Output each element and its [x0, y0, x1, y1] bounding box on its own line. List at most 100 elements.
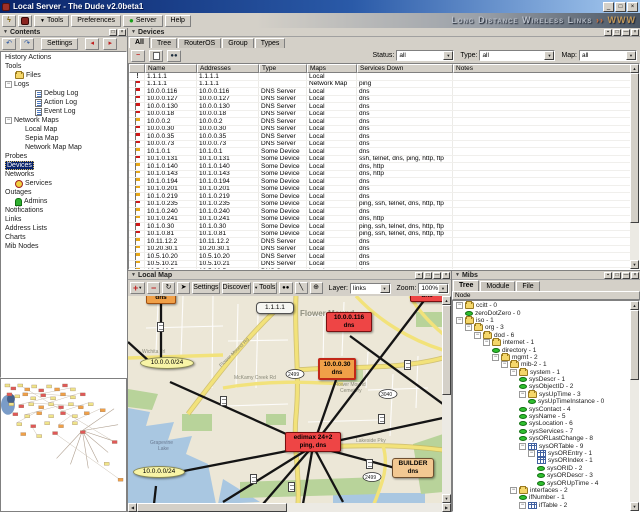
export-button[interactable]: ◂ — [85, 38, 99, 50]
mibs-scrollbar[interactable]: ▲ ▼ — [630, 301, 639, 511]
mibs-tab-tree[interactable]: Tree — [453, 280, 479, 291]
table-row[interactable]: 10.0.0.1810.0.0.18DNS ServerLocaldns — [129, 111, 630, 119]
sidebar-item-services[interactable]: Services — [1, 179, 126, 188]
mib-node-sysobjectid-2[interactable]: sysObjectID - 2 — [453, 383, 630, 390]
status-filter-select[interactable]: all▼ — [396, 50, 454, 61]
sidebar-item-debug-log[interactable]: Debug Log — [1, 89, 126, 98]
mibs-tab-file[interactable]: File — [516, 281, 539, 291]
map-node-dns[interactable]: dns — [146, 296, 176, 304]
map-node-dns[interactable]: dns — [410, 296, 442, 302]
map-node-10-0-0-0-24[interactable]: 10.0.0.0/24 — [133, 466, 185, 478]
zoom-select[interactable]: 100%▼ — [418, 283, 449, 294]
mibs-tab-module[interactable]: Module — [480, 281, 515, 291]
link-rate-label[interactable] — [288, 482, 295, 492]
column-header-maps[interactable]: Maps — [307, 64, 357, 73]
dude-button[interactable] — [18, 15, 32, 27]
help-button[interactable]: Help — [165, 15, 191, 27]
sidebar-item-event-log[interactable]: Event Log — [1, 107, 126, 116]
table-row[interactable]: 10.1.0.14010.1.0.140Some DeviceLocaldns,… — [129, 163, 630, 171]
panel-close-button[interactable]: × — [631, 272, 639, 279]
mib-node-sysuptime-3[interactable]: −sysUpTime - 3 — [453, 391, 630, 398]
panel-minimize-button[interactable]: — — [622, 29, 630, 36]
panel-detach-button[interactable]: □ — [613, 29, 621, 36]
link-tool-button[interactable]: ╲ — [295, 282, 308, 294]
remove-button[interactable]: − — [131, 50, 145, 62]
table-row[interactable]: 10.1.0.8110.1.0.81Some DeviceLocalping, … — [129, 231, 630, 239]
table-row[interactable]: !1.1.1.11.1.1.1Local — [129, 73, 630, 81]
scroll-up-icon[interactable]: ▲ — [442, 296, 451, 305]
link-rate-label[interactable] — [157, 322, 164, 332]
copy-button[interactable] — [149, 50, 163, 62]
mib-node-internet-1[interactable]: −internet - 1 — [453, 339, 630, 346]
table-row[interactable]: 10.5.10.2010.5.10.20DNS ServerLocaldns — [129, 253, 630, 261]
table-row[interactable]: 10.0.0.210.0.0.2DNS ServerLocaldns — [129, 118, 630, 126]
mib-node-sysoruptime-4[interactable]: sysORUpTime - 4 — [453, 479, 630, 486]
sidebar-item-mib-nodes[interactable]: Mib Nodes — [1, 242, 126, 251]
scroll-right-icon[interactable]: ▶ — [442, 503, 451, 512]
mib-node-sysorindex-1[interactable]: sysORIndex - 1 — [453, 457, 630, 464]
sidebar-item-probes[interactable]: Probes — [1, 152, 126, 161]
panel-detach-button[interactable]: □ — [109, 29, 117, 36]
mib-node-dod-6[interactable]: −dod - 6 — [453, 332, 630, 339]
table-row[interactable]: 10.0.0.7310.0.0.73DNS ServerLocaldns — [129, 141, 630, 149]
sidebar-item-networks[interactable]: Networks — [1, 170, 126, 179]
sidebar-item-network-maps[interactable]: −Network Maps — [1, 116, 126, 125]
column-header-addresses[interactable]: Addresses — [197, 64, 259, 73]
link-rate-label[interactable] — [366, 459, 373, 469]
type-filter-select[interactable]: all▼ — [479, 50, 555, 61]
sidebar-item-address-lists[interactable]: Address Lists — [1, 224, 126, 233]
table-row[interactable]: 10.0.0.3010.0.0.30DNS ServerLocaldns — [129, 126, 630, 134]
mib-node-syscontact-4[interactable]: sysContact - 4 — [453, 405, 630, 412]
sidebar-item-outages[interactable]: Outages — [1, 188, 126, 197]
find-button[interactable]: ●● — [167, 50, 181, 62]
undo-button[interactable]: ↶ — [2, 38, 16, 50]
tab-group[interactable]: Group — [222, 38, 253, 48]
tree-expander-icon[interactable]: − — [519, 502, 526, 509]
mib-node-sysorentry-1[interactable]: −sysOREntry - 1 — [453, 450, 630, 457]
sidebar-item-devices[interactable]: Devices — [1, 161, 126, 170]
refresh-button[interactable]: ↻ — [162, 282, 175, 294]
tree-expander-icon[interactable]: − — [492, 354, 499, 361]
mib-node-system-1[interactable]: −system - 1 — [453, 369, 630, 376]
sidebar-item-links[interactable]: Links — [1, 215, 126, 224]
node-column-header[interactable]: Node — [452, 291, 640, 300]
sidebar-item-action-log[interactable]: Action Log — [1, 98, 126, 107]
tree-expander-icon[interactable]: − — [510, 369, 517, 376]
tree-expander-icon[interactable]: − — [5, 117, 12, 124]
mib-node-zerodotzero-0[interactable]: zeroDotZero - 0 — [453, 309, 630, 316]
mib-node-syslocation-6[interactable]: sysLocation - 6 — [453, 420, 630, 427]
tree-expander-icon[interactable]: − — [501, 361, 508, 368]
map-node-1-1-1-1[interactable]: 1.1.1.1 — [256, 302, 294, 314]
connect-button[interactable]: ϟ — [2, 15, 16, 27]
table-row[interactable]: 1.1.1.11.1.1.1Network Mapping — [129, 81, 630, 89]
mib-node-sysservices-7[interactable]: sysServices - 7 — [453, 428, 630, 435]
map-find-button[interactable]: ●● — [279, 282, 293, 294]
panel-menu-icon[interactable]: ▼ — [131, 272, 136, 278]
sidebar-item-tools[interactable]: Tools — [1, 62, 126, 71]
minimize-button[interactable]: _ — [603, 2, 614, 12]
sidebar-item-admins[interactable]: Admins — [1, 197, 126, 206]
mib-node-sysorid-2[interactable]: sysORID - 2 — [453, 465, 630, 472]
tab-routeros[interactable]: RouterOS — [178, 38, 221, 48]
map-node-10-0-0-30[interactable]: 10.0.0.30dns — [318, 358, 356, 380]
panel-close-button[interactable]: × — [631, 29, 639, 36]
contents-settings-button[interactable]: Settings — [41, 38, 78, 50]
preferences-button[interactable]: Preferences — [71, 15, 121, 27]
table-row[interactable]: 10.1.0.24110.1.0.241Some DeviceLocaldns,… — [129, 216, 630, 224]
panel-menu-icon[interactable]: ▼ — [3, 29, 8, 35]
sidebar-item-logs[interactable]: −Logs — [1, 80, 126, 89]
panel-detach-button[interactable]: □ — [424, 272, 432, 279]
map-node-10-0-0-0-24[interactable]: 10.0.0.0/24 — [140, 357, 194, 369]
tree-expander-icon[interactable]: − — [474, 332, 481, 339]
table-row[interactable]: 10.1.0.21910.1.0.219Some DeviceLocaldns — [129, 193, 630, 201]
restore-button[interactable]: □ — [615, 2, 626, 12]
column-header-icon[interactable] — [129, 64, 145, 73]
table-row[interactable]: 10.5.10.510.5.10.5DNS ServerLocaldns — [129, 268, 630, 269]
mib-node-directory-1[interactable]: directory - 1 — [453, 346, 630, 353]
panel-close-button[interactable]: × — [118, 29, 126, 36]
panel-menu-icon[interactable]: ▼ — [131, 29, 136, 35]
redo-button[interactable]: ↷ — [20, 38, 34, 50]
mib-node-sysuptimeinstance-0[interactable]: sysUpTimeInstance - 0 — [453, 398, 630, 405]
map-canvas[interactable]: Flower Mound Wichita Trl Flower Mound Rd… — [128, 296, 442, 503]
table-row[interactable]: 10.1.0.23510.1.0.235Some DeviceLocalping… — [129, 201, 630, 209]
